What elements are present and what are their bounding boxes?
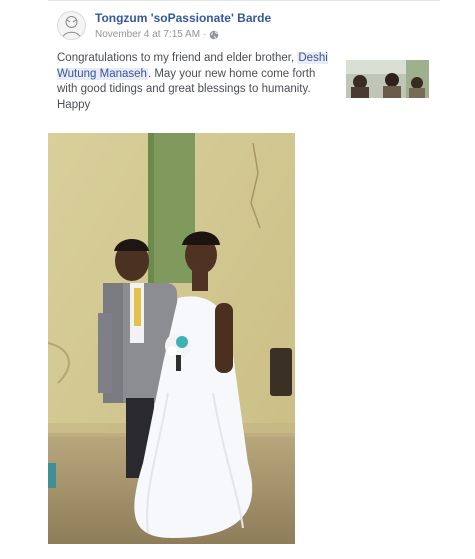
author-avatar[interactable]	[57, 11, 86, 40]
meta-separator: ·	[203, 29, 207, 40]
post-meta: November 4 at 7:15 AM ·	[95, 29, 219, 40]
post-text-before: Congratulations to my friend and elder b…	[57, 52, 298, 64]
author-name-link[interactable]: Tongzum 'soPassionate' Barde	[95, 11, 271, 25]
globe-icon[interactable]	[209, 30, 219, 40]
wedding-couple-photo[interactable]	[48, 133, 295, 544]
post-text: Congratulations to my friend and elder b…	[57, 51, 332, 113]
post-top-border	[48, 0, 440, 1]
post-timestamp-link[interactable]: November 4 at 7:15 AM	[95, 29, 200, 40]
photo-thumbnail[interactable]	[346, 60, 429, 98]
